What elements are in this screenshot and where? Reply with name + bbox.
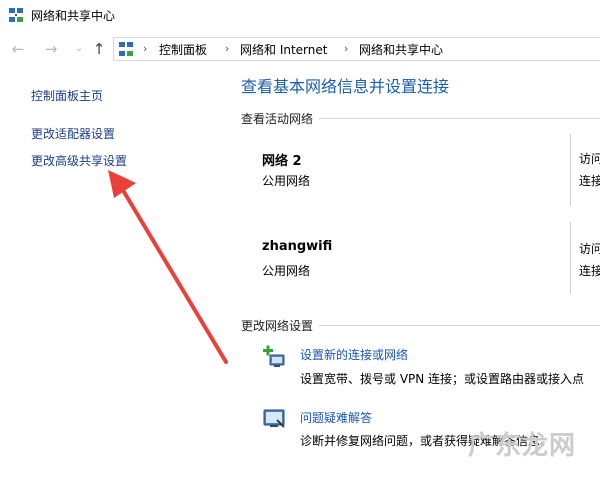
- column-divider: [570, 134, 571, 206]
- change-settings-label: 更改网络设置: [241, 317, 320, 334]
- control-panel-icon: [118, 41, 134, 57]
- arrow-head-icon: [108, 170, 136, 198]
- network-center-icon: [8, 7, 24, 23]
- window-title: 网络和共享中心: [31, 9, 116, 23]
- breadcrumb-item[interactable]: 网络和共享中心: [359, 41, 443, 58]
- sidebar-item-adapter-settings[interactable]: 更改适配器设置: [31, 125, 115, 142]
- network-name: zhangwifi: [262, 239, 333, 254]
- sidebar-item-control-panel-home[interactable]: 控制面板主页: [31, 87, 103, 104]
- up-arrow-icon[interactable]: ↑: [90, 40, 108, 58]
- network-type-link[interactable]: 公用网络: [262, 262, 310, 279]
- chevron-right-icon: ›: [143, 42, 148, 55]
- network-name: 网络 2: [262, 154, 302, 169]
- troubleshoot-icon: [262, 405, 288, 431]
- troubleshoot-link[interactable]: 问题疑难解答: [300, 409, 372, 426]
- connections-label: 连接: [579, 174, 600, 188]
- breadcrumb-item[interactable]: 控制面板: [159, 41, 207, 58]
- column-divider: [570, 222, 571, 294]
- back-arrow-icon[interactable]: ←: [9, 40, 27, 58]
- breadcrumb-item[interactable]: 网络和 Internet: [240, 41, 327, 58]
- active-networks-label: 查看活动网络: [241, 110, 320, 127]
- setup-new-connection-link[interactable]: 设置新的连接或网络: [300, 346, 408, 363]
- setup-new-connection-desc: 设置宽带、拨号或 VPN 连接；或设置路由器或接入点: [300, 372, 585, 386]
- chevron-right-icon: ›: [344, 42, 349, 55]
- sidebar-item-advanced-sharing[interactable]: 更改高级共享设置: [31, 152, 127, 169]
- new-connection-icon: [262, 344, 288, 370]
- chevron-down-icon[interactable]: ⌄: [70, 40, 88, 58]
- connections-label: 连接: [579, 264, 600, 278]
- network-type-link[interactable]: 公用网络: [262, 172, 310, 189]
- page-title: 查看基本网络信息并设置连接: [241, 77, 450, 96]
- access-type-label: 访问: [579, 152, 600, 166]
- watermark: 广东龙网: [468, 431, 577, 461]
- chevron-right-icon: ›: [225, 42, 230, 55]
- forward-arrow-icon[interactable]: →: [42, 40, 60, 58]
- access-type-label: 访问: [579, 242, 600, 256]
